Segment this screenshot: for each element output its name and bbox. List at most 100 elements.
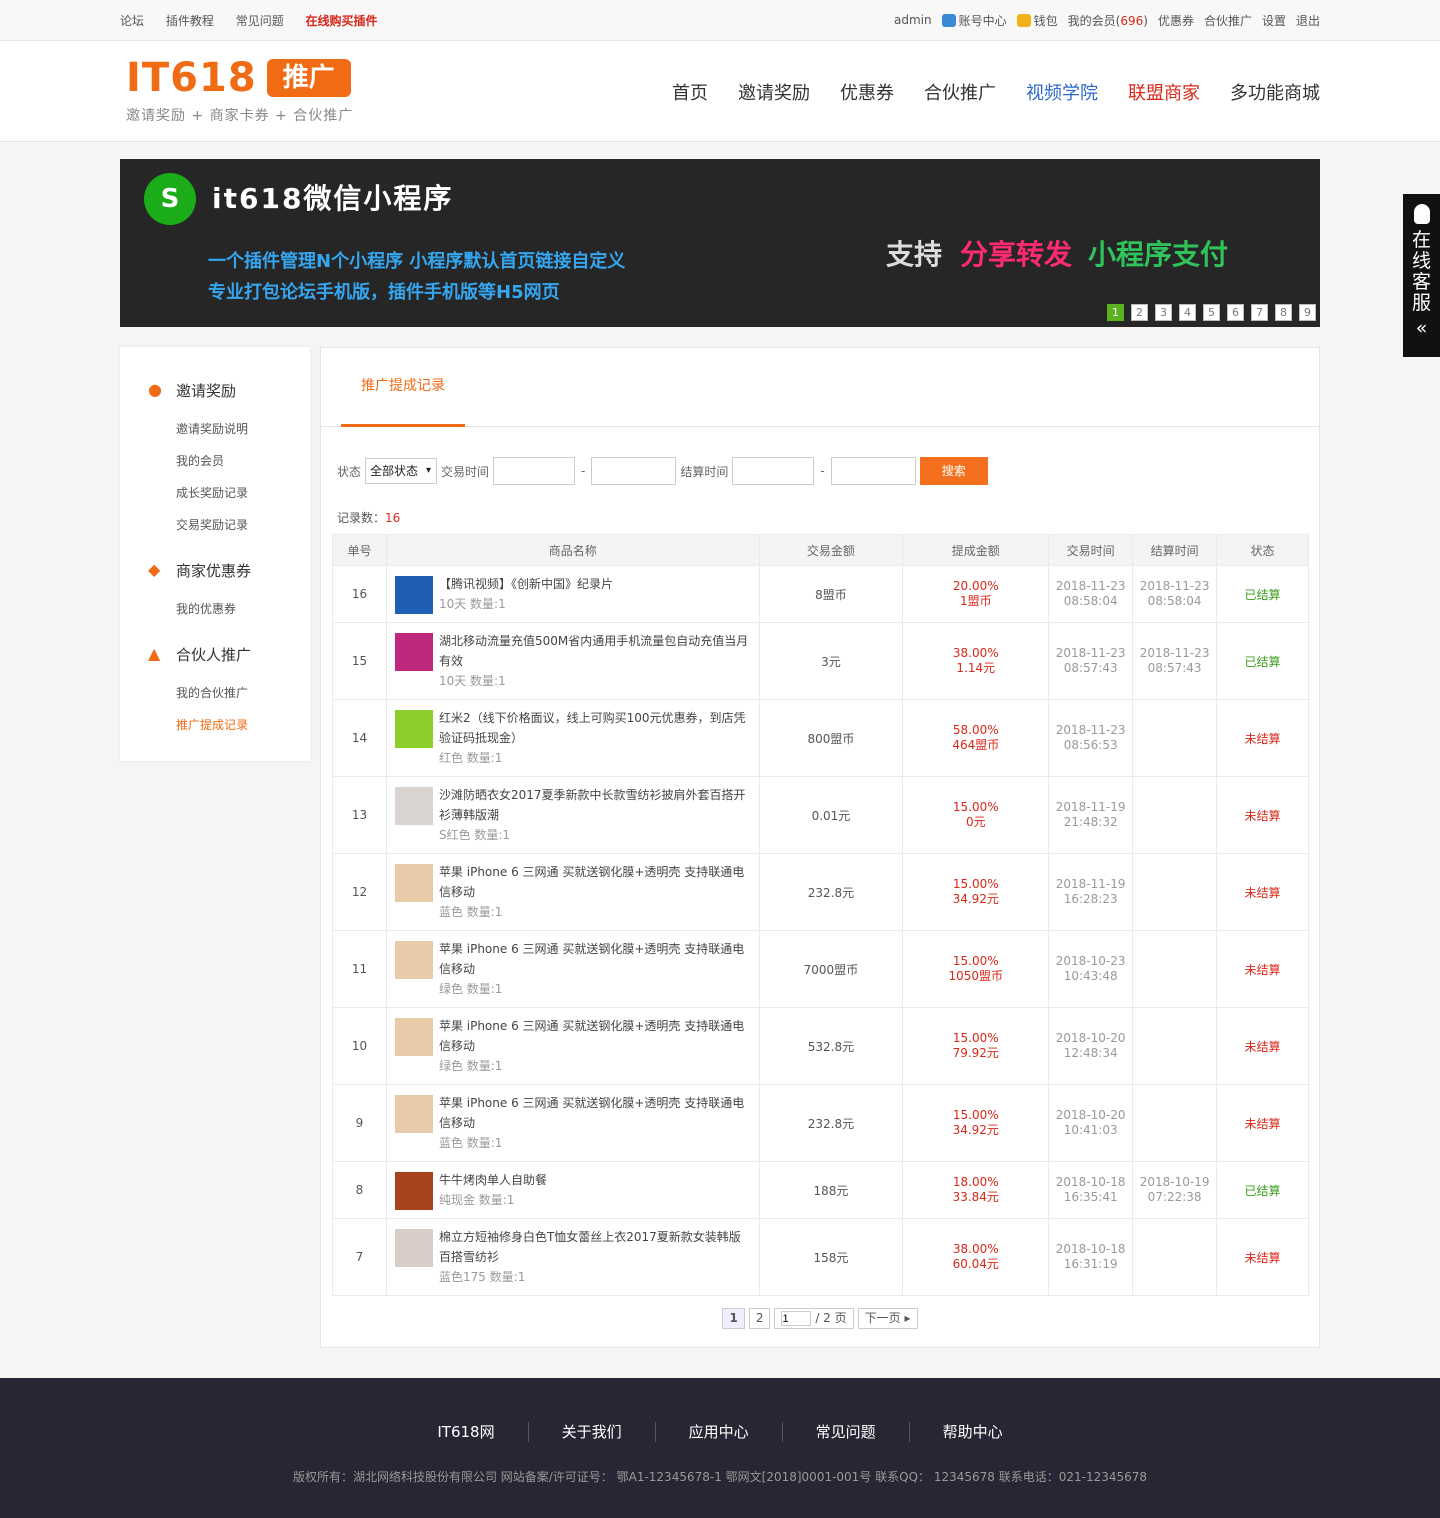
sidebar-item-commission-records[interactable]: 推广提成记录 [120, 709, 310, 741]
online-service-tab[interactable]: 在线客服 « [1403, 194, 1440, 357]
carousel-dot[interactable]: 6 [1227, 304, 1244, 321]
nav-invite[interactable]: 邀请奖励 [738, 79, 810, 105]
footer-link-help[interactable]: 帮助中心 [908, 1422, 1036, 1442]
sidebar-item-my-members[interactable]: 我的会员 [120, 445, 310, 477]
username-link[interactable]: admin [894, 13, 932, 27]
top-link-forum[interactable]: 论坛 [120, 14, 144, 28]
sidebar-item-my-partner[interactable]: 我的合伙推广 [120, 677, 310, 709]
settle-time-end-input[interactable] [830, 457, 916, 485]
top-link-buy[interactable]: 在线购买插件 [306, 14, 378, 28]
account-center-link[interactable]: 账号中心 [941, 12, 1007, 29]
product-meta: 10天 数量:1 [438, 597, 506, 611]
carousel-dot[interactable]: 3 [1155, 304, 1172, 321]
record-count-value: 16 [385, 511, 401, 525]
settle-clock: 07:22:38 [1147, 1190, 1202, 1204]
row-trade-time: 2018-11-23 08:58:04 [1048, 565, 1134, 623]
product-name[interactable]: 苹果 iPhone 6 三网通 买就送钢化膜+透明壳 支持联通电信移动 [439, 939, 751, 979]
product-name[interactable]: 红米2（线下价格面议，线上可购买100元优惠券，到店凭验证码抵现金） [439, 708, 751, 748]
banner-line-1: 一个插件管理N个小程序 小程序默认首页链接自定义 [208, 251, 626, 272]
row-id: 12 [332, 853, 387, 931]
top-link-tutorial[interactable]: 插件教程 [166, 14, 214, 28]
nav-partner[interactable]: 合伙推广 [924, 79, 996, 105]
tab-commission-records[interactable]: 推广提成记录 [341, 348, 465, 427]
carousel-dot[interactable]: 4 [1179, 304, 1196, 321]
product-thumbnail[interactable] [394, 864, 433, 902]
settle-time-start-input[interactable] [732, 457, 815, 485]
row-id: 11 [332, 930, 387, 1008]
my-members-link[interactable]: 我的会员(696) [1068, 12, 1148, 29]
product-thumbnail[interactable] [394, 576, 433, 614]
nav-merchant[interactable]: 联盟商家 [1128, 79, 1200, 105]
status-select[interactable]: 全部状态 [365, 458, 438, 484]
carousel-dot[interactable]: 8 [1275, 304, 1292, 321]
next-page-button[interactable]: 下一页 ▸ [857, 1308, 918, 1329]
banner-carousel[interactable]: S it618微信小程序 一个插件管理N个小程序 小程序默认首页链接自定义 专业… [120, 159, 1320, 327]
logout-link[interactable]: 退出 [1296, 12, 1320, 29]
site-logo[interactable]: IT618 推广 邀请奖励 + 商家卡券 + 合伙推广 [126, 57, 353, 125]
product-thumbnail[interactable] [394, 1095, 433, 1133]
trade-time-start-input[interactable] [493, 457, 576, 485]
product-name[interactable]: 沙滩防晒衣女2017夏季新款中长款雪纺衫披肩外套百搭开衫薄韩版潮 [439, 785, 751, 825]
product-name[interactable]: 棉立方短袖修身白色T恤女蕾丝上衣2017夏新款女装韩版百搭雪纺衫 [439, 1227, 751, 1267]
pagination: 1 2 / 2 页 下一页 ▸ [321, 1308, 1319, 1329]
settings-link[interactable]: 设置 [1262, 12, 1286, 29]
row-id: 8 [332, 1161, 387, 1219]
carousel-dot[interactable]: 2 [1131, 304, 1148, 321]
search-button[interactable]: 搜索 [919, 457, 988, 485]
record-count-label: 记录数： [337, 511, 386, 525]
page-1[interactable]: 1 [722, 1308, 745, 1329]
nav-home[interactable]: 首页 [672, 79, 708, 105]
nav-coupon[interactable]: 优惠券 [840, 79, 894, 105]
row-product: 沙滩防晒衣女2017夏季新款中长款雪纺衫披肩外套百搭开衫薄韩版潮 S红色 数量:1 [385, 776, 760, 854]
row-amount: 0.01元 [758, 776, 904, 854]
row-commission: 18.00% 33.84元 [902, 1161, 1050, 1219]
carousel-dot[interactable]: 1 [1107, 304, 1124, 321]
page-total: / 2 页 [815, 1311, 847, 1325]
user-menu: admin 账号中心 钱包 我的会员(696) 优惠券 合伙推广 设置 退出 [884, 12, 1320, 29]
partner-link[interactable]: 合伙推广 [1204, 12, 1252, 29]
qq-icon [1413, 204, 1430, 224]
footer-link-apps[interactable]: 应用中心 [654, 1422, 782, 1442]
page-input[interactable] [781, 1311, 812, 1326]
product-thumbnail[interactable] [394, 633, 433, 671]
row-commission: 15.00% 1050盟币 [902, 930, 1050, 1008]
coupon-link[interactable]: 优惠券 [1158, 12, 1194, 29]
product-thumbnail[interactable] [394, 1172, 433, 1210]
sidebar-group-title: 合伙人推广 [176, 645, 252, 664]
sidebar-item-my-coupons[interactable]: 我的优惠券 [120, 593, 310, 625]
sidebar-item-invite-info[interactable]: 邀请奖励说明 [120, 413, 310, 445]
product-thumbnail[interactable] [394, 1018, 433, 1056]
product-name[interactable]: 苹果 iPhone 6 三网通 买就送钢化膜+透明壳 支持联通电信移动 [439, 1093, 751, 1133]
nav-video[interactable]: 视频学院 [1026, 79, 1098, 105]
product-thumbnail[interactable] [394, 941, 433, 979]
row-id: 9 [332, 1084, 387, 1162]
wallet-link[interactable]: 钱包 [1016, 12, 1058, 29]
carousel-dot[interactable]: 7 [1251, 304, 1268, 321]
product-name[interactable]: 湖北移动流量充值500M省内通用手机流量包自动充值当月有效 [439, 631, 751, 671]
trade-clock: 08:57:43 [1063, 661, 1118, 675]
product-thumbnail[interactable] [394, 787, 433, 825]
product-name[interactable]: 【腾讯视频】《创新中国》纪录片 [439, 574, 613, 594]
row-status: 未结算 [1216, 930, 1309, 1008]
product-name[interactable]: 牛牛烤肉单人自助餐 [439, 1170, 547, 1190]
sidebar-item-growth-rewards[interactable]: 成长奖励记录 [120, 477, 310, 509]
footer-link-about[interactable]: 关于我们 [527, 1422, 655, 1442]
row-id: 16 [332, 565, 387, 623]
trade-time-end-input[interactable] [591, 457, 677, 485]
product-name[interactable]: 苹果 iPhone 6 三网通 买就送钢化膜+透明壳 支持联通电信移动 [439, 1016, 751, 1056]
page-2[interactable]: 2 [748, 1308, 771, 1329]
sidebar-item-trade-rewards[interactable]: 交易奖励记录 [120, 509, 310, 541]
nav-mall[interactable]: 多功能商城 [1230, 79, 1320, 105]
trade-date: 2018-10-20 [1055, 1108, 1126, 1122]
row-product: 牛牛烤肉单人自助餐 纯现金 数量:1 [385, 1161, 760, 1219]
logo-text: IT618 [126, 55, 257, 101]
footer-link-faq[interactable]: 常见问题 [781, 1422, 909, 1442]
product-thumbnail[interactable] [394, 1229, 433, 1267]
carousel-dot[interactable]: 9 [1299, 304, 1316, 321]
row-id: 13 [332, 776, 387, 854]
footer-link-home[interactable]: IT618网 [404, 1422, 527, 1442]
product-name[interactable]: 苹果 iPhone 6 三网通 买就送钢化膜+透明壳 支持联通电信移动 [439, 862, 751, 902]
top-link-faq[interactable]: 常见问题 [236, 14, 284, 28]
product-thumbnail[interactable] [394, 710, 433, 748]
carousel-dot[interactable]: 5 [1203, 304, 1220, 321]
